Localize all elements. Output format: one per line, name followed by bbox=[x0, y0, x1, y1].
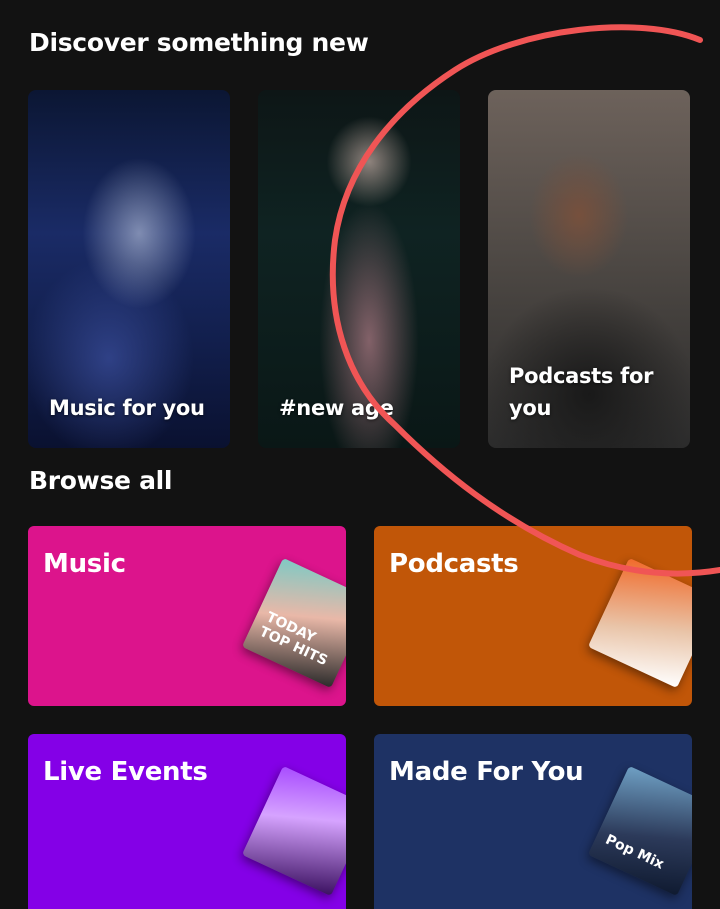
podcast-cover-image bbox=[587, 557, 692, 689]
browse-section-title: Browse all bbox=[29, 466, 173, 495]
browse-tile-live-events[interactable]: Live Events bbox=[28, 734, 346, 909]
discover-card-music-for-you[interactable]: Music for you bbox=[28, 90, 230, 448]
browse-tile-label: Made For You bbox=[389, 757, 584, 787]
browse-tile-label: Live Events bbox=[43, 757, 208, 787]
discover-card-label: #new age bbox=[279, 396, 394, 420]
browse-tile-made-for-you[interactable]: Made For You Pop Mix bbox=[374, 734, 692, 909]
browse-tile-music[interactable]: Music TODAY TOP HITS bbox=[28, 526, 346, 706]
cover-text: Pop Mix bbox=[602, 831, 667, 873]
cover-text: TODAY TOP HITS bbox=[256, 609, 330, 670]
discover-card-label: Podcasts for you bbox=[509, 364, 654, 420]
browse-tile-label: Podcasts bbox=[389, 549, 519, 579]
playlist-cover-image: TODAY TOP HITS bbox=[241, 557, 346, 689]
browse-tile-podcasts[interactable]: Podcasts bbox=[374, 526, 692, 706]
browse-tile-label: Music bbox=[43, 549, 126, 579]
playlist-cover-image: Pop Mix bbox=[587, 765, 692, 897]
discover-card-podcasts-for-you[interactable]: Podcasts for you bbox=[488, 90, 690, 448]
discover-card-label: Music for you bbox=[49, 396, 205, 420]
live-event-cover-image bbox=[241, 765, 346, 897]
discover-section-title: Discover something new bbox=[29, 28, 369, 57]
discover-card-new-age[interactable]: #new age bbox=[258, 90, 460, 448]
